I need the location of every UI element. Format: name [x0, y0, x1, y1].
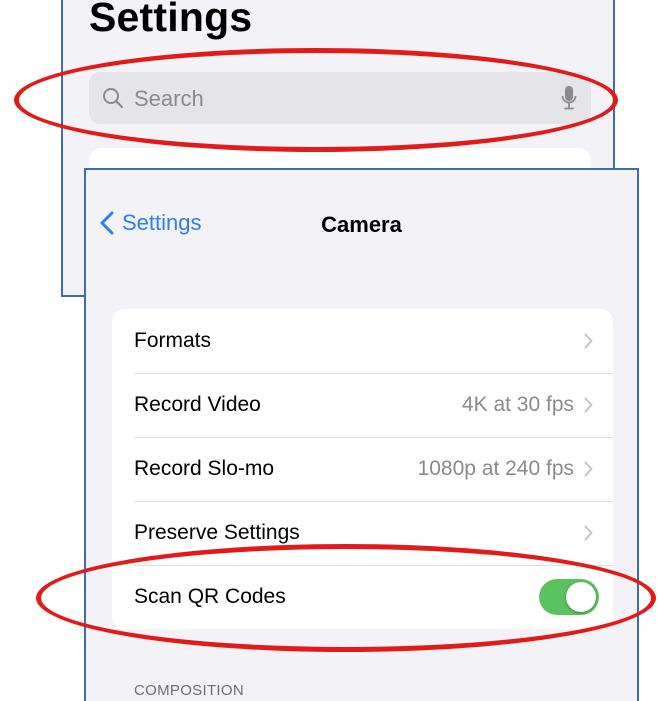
page-title: Camera	[86, 212, 637, 238]
camera-options-list: Formats Record Video 4K at 30 fps Record…	[112, 309, 613, 629]
microphone-icon[interactable]	[561, 85, 577, 111]
search-bar[interactable]: Search	[89, 72, 591, 124]
page-title-text: Camera	[321, 212, 402, 237]
record-slo-mo-row[interactable]: Record Slo-mo 1080p at 240 fps	[112, 437, 613, 501]
composition-section-header: COMPOSITION	[134, 682, 244, 699]
chevron-right-icon	[584, 333, 593, 349]
scan-qr-codes-toggle[interactable]	[539, 579, 599, 615]
search-icon	[103, 88, 124, 109]
chevron-right-icon	[584, 461, 593, 477]
chevron-right-icon	[584, 525, 593, 541]
camera-settings-screenshot: Settings Camera Formats Record Video 4K …	[84, 168, 639, 701]
row-value: 4K at 30 fps	[461, 393, 574, 416]
row-label: Formats	[134, 329, 212, 352]
scan-qr-codes-row: Scan QR Codes	[112, 565, 613, 629]
row-value: 1080p at 240 fps	[417, 457, 574, 480]
row-label: Record Video	[134, 393, 261, 416]
toggle-knob	[566, 582, 596, 612]
row-label: Scan QR Codes	[134, 585, 286, 608]
record-video-row[interactable]: Record Video 4K at 30 fps	[112, 373, 613, 437]
settings-title: Settings	[89, 0, 253, 40]
preserve-settings-row[interactable]: Preserve Settings	[112, 501, 613, 565]
formats-row[interactable]: Formats	[112, 309, 613, 373]
search-placeholder: Search	[134, 86, 204, 111]
row-label: Record Slo-mo	[134, 457, 275, 480]
row-label: Preserve Settings	[134, 521, 300, 544]
chevron-right-icon	[584, 397, 593, 413]
